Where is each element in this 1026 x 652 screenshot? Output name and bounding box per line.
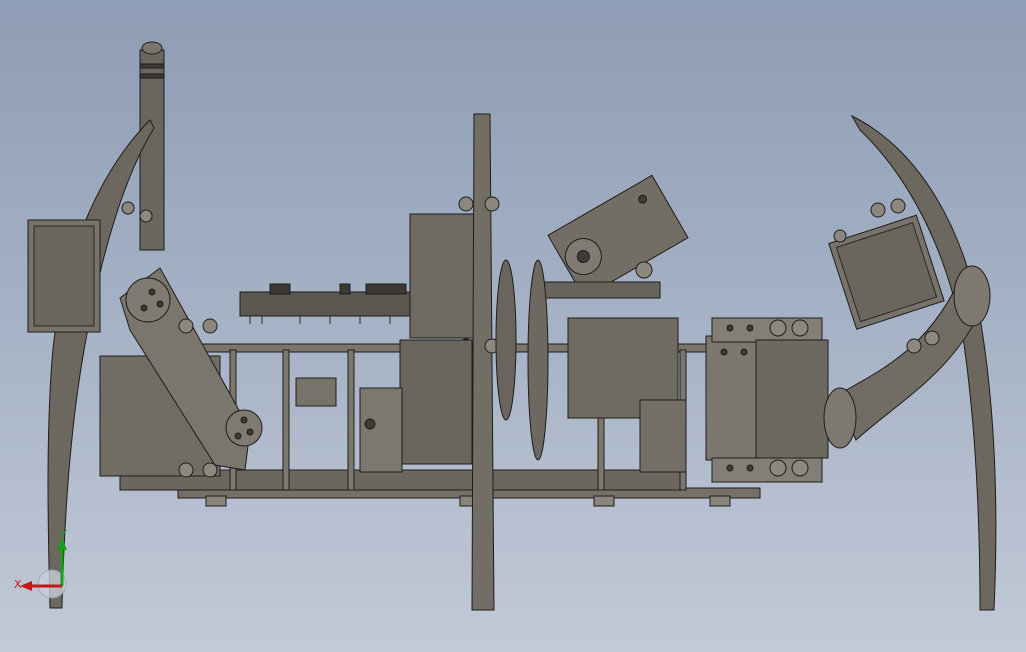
control-board: [239, 291, 411, 317]
right-leg-servo: [828, 214, 945, 330]
x-axis-arrowhead-icon: [20, 581, 32, 591]
x-axis-label: X: [14, 578, 22, 591]
mid-small-servo: [639, 399, 687, 473]
coordinate-triad: Y X: [14, 528, 67, 599]
head-servo: [547, 174, 689, 299]
center-lower-servo: [399, 339, 473, 465]
right-lower-servo: [755, 339, 829, 459]
center-upper-servo: [409, 213, 483, 339]
center-bracket: [359, 387, 403, 473]
right-bracket: [705, 335, 761, 461]
y-axis-label: Y: [59, 528, 67, 541]
disc-gear-left: [495, 259, 517, 421]
left-mid-connector: [295, 377, 337, 407]
hexapod-robot-model: [27, 41, 997, 611]
cad-model-viewport[interactable]: Y X: [0, 0, 1026, 652]
center-vertical-plate: [471, 113, 495, 611]
disc-gear-right: [527, 259, 549, 461]
board-pins: [249, 316, 391, 324]
head-servo-horn: [543, 281, 661, 299]
